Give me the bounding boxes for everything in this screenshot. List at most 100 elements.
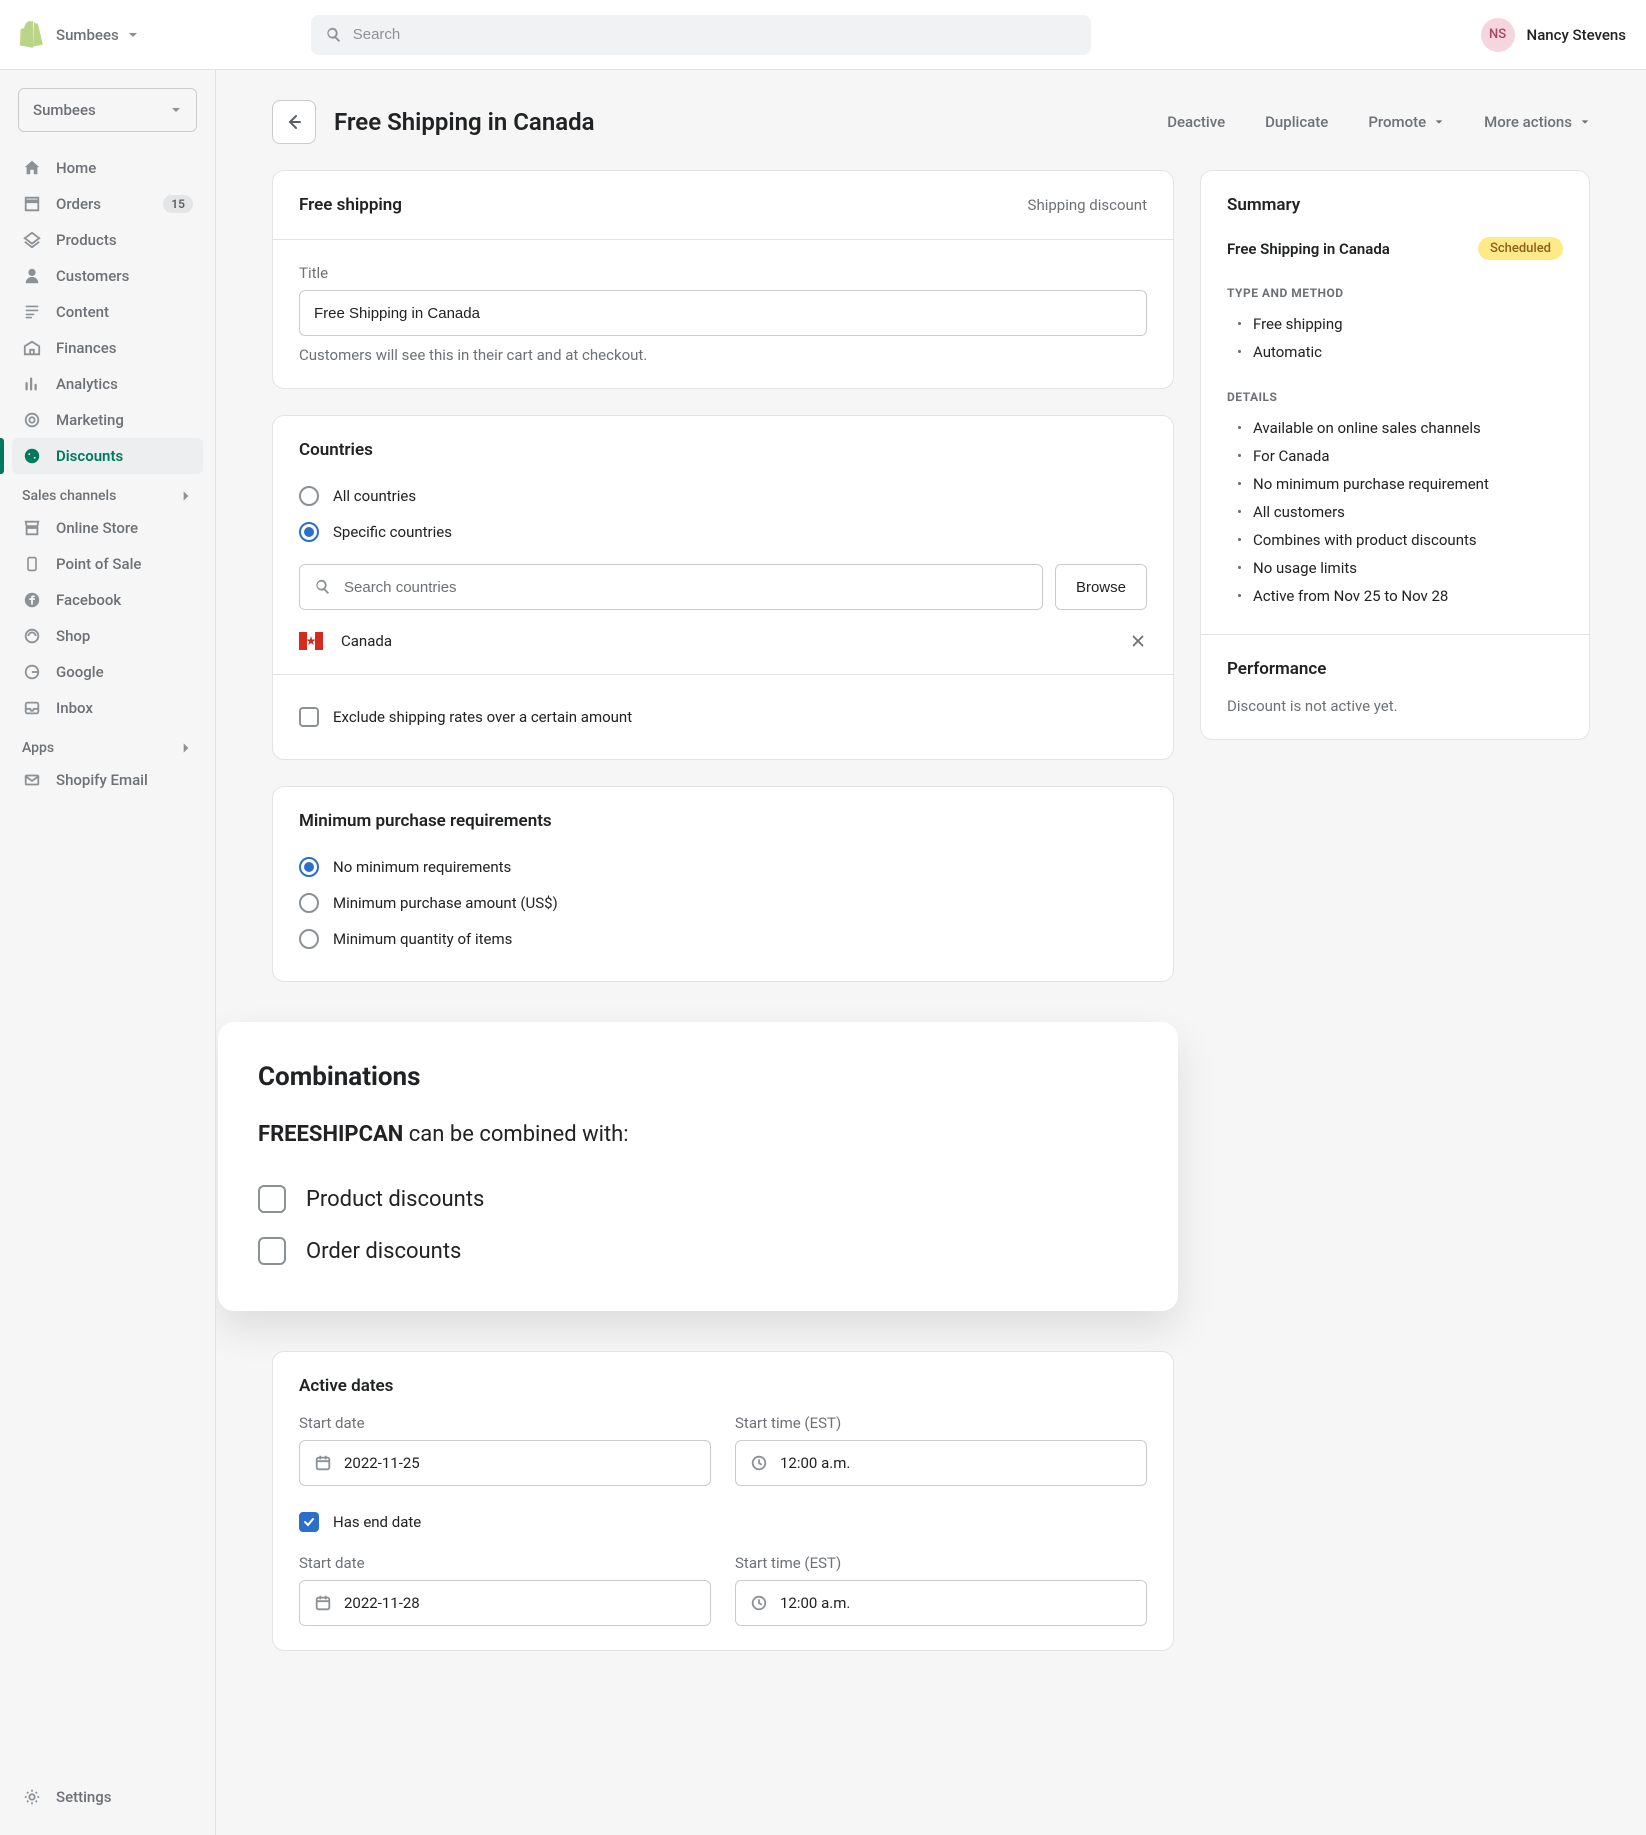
remove-country-button[interactable] [1129, 632, 1147, 650]
browse-button[interactable]: Browse [1055, 564, 1147, 610]
search-icon [325, 26, 343, 44]
min-purchase-card: Minimum purchase requirements No minimum… [272, 786, 1174, 982]
summary-heading-details: DETAILS [1227, 390, 1563, 404]
section-sales-channels[interactable]: Sales channels [12, 474, 203, 510]
sidebar-item-home[interactable]: Home [12, 150, 203, 186]
store-switcher[interactable]: Sumbees [20, 21, 139, 49]
radio-min-amount[interactable]: Minimum purchase amount (US$) [299, 885, 1147, 921]
sidebar-item-label: Home [56, 159, 96, 177]
back-button[interactable] [272, 100, 316, 144]
checkbox-icon [258, 1237, 286, 1265]
sidebar-item-customers[interactable]: Customers [12, 258, 203, 294]
sidebar-item-label: Shopify Email [56, 771, 148, 789]
list-item: Automatic [1227, 338, 1563, 366]
sidebar-item-inbox[interactable]: Inbox [12, 690, 203, 726]
radio-no-min[interactable]: No minimum requirements [299, 849, 1147, 885]
sidebar-item-online-store[interactable]: Online Store [12, 510, 203, 546]
user-name: Nancy Stevens [1527, 26, 1626, 44]
sidebar-item-shop[interactable]: Shop [12, 618, 203, 654]
sidebar-item-label: Point of Sale [56, 555, 141, 573]
sidebar-item-label: Finances [56, 339, 116, 357]
section-apps[interactable]: Apps [12, 726, 203, 762]
caret-down-icon [127, 29, 139, 41]
sidebar-item-marketing[interactable]: Marketing [12, 402, 203, 438]
sidebar-item-finances[interactable]: Finances [12, 330, 203, 366]
checkbox-icon [299, 707, 319, 727]
checkbox-icon [258, 1185, 286, 1213]
search-icon [314, 578, 332, 596]
sidebar-item-facebook[interactable]: Facebook [12, 582, 203, 618]
card-title: Countries [299, 440, 1147, 460]
has-end-date-checkbox[interactable]: Has end date [299, 1504, 1147, 1540]
sidebar-item-products[interactable]: Products [12, 222, 203, 258]
user-menu[interactable]: NS Nancy Stevens [1481, 18, 1626, 52]
start-date-input[interactable]: 2022-11-25 [299, 1440, 711, 1486]
start-time-input[interactable]: 12:00 a.m. [735, 1440, 1147, 1486]
start-time-label: Start time (EST) [735, 1414, 1147, 1432]
analytics-icon [22, 374, 42, 394]
calendar-icon [314, 1594, 332, 1612]
sidebar-item-settings[interactable]: Settings [12, 1779, 203, 1815]
radio-icon [299, 522, 319, 542]
sidebar-item-shopify-email[interactable]: Shopify Email [12, 762, 203, 798]
exclude-rates-checkbox[interactable]: Exclude shipping rates over a certain am… [299, 699, 1147, 735]
sidebar-item-analytics[interactable]: Analytics [12, 366, 203, 402]
radio-specific-countries[interactable]: Specific countries [299, 514, 1147, 550]
sidebar-item-google[interactable]: Google [12, 654, 203, 690]
caret-down-icon [170, 104, 182, 116]
end-time-input[interactable]: 12:00 a.m. [735, 1580, 1147, 1626]
sidebar-item-pos[interactable]: Point of Sale [12, 546, 203, 582]
search-input[interactable] [353, 26, 1077, 43]
google-icon [22, 662, 42, 682]
duplicate-button[interactable]: Duplicate [1265, 113, 1328, 131]
orders-badge: 15 [163, 195, 193, 213]
countries-card: Countries All countries Specific countri… [272, 415, 1174, 760]
radio-icon [299, 929, 319, 949]
country-row: Canada [299, 632, 1147, 650]
sidebar-item-discounts[interactable]: Discounts [12, 438, 203, 474]
radio-min-qty[interactable]: Minimum quantity of items [299, 921, 1147, 957]
deactive-button[interactable]: Deactive [1167, 113, 1225, 131]
discounts-icon [22, 446, 42, 466]
global-search[interactable] [311, 15, 1091, 55]
list-item: No usage limits [1227, 554, 1563, 582]
list-item: All customers [1227, 498, 1563, 526]
checkbox-product-discounts[interactable]: Product discounts [258, 1173, 1138, 1225]
checkbox-order-discounts[interactable]: Order discounts [258, 1225, 1138, 1277]
sidebar-item-content[interactable]: Content [12, 294, 203, 330]
card-title: Free shipping [299, 195, 402, 215]
radio-icon [299, 486, 319, 506]
title-input[interactable] [299, 290, 1147, 336]
checkbox-icon [299, 1512, 319, 1532]
search-countries-field[interactable] [299, 564, 1043, 610]
chevron-right-icon [179, 489, 193, 503]
active-dates-card: Active dates Start date 2022-11-25 Star [272, 1351, 1174, 1651]
promote-button[interactable]: Promote [1368, 113, 1444, 131]
list-item: Available on online sales channels [1227, 414, 1563, 442]
card-title: Minimum purchase requirements [299, 811, 1147, 831]
end-date-label: Start date [299, 1554, 711, 1572]
sidebar-item-orders[interactable]: Orders 15 [12, 186, 203, 222]
free-shipping-card: Free shipping Shipping discount Title Cu… [272, 170, 1174, 389]
clock-icon [750, 1594, 768, 1612]
summary-title: Summary [1227, 195, 1563, 215]
clock-icon [750, 1454, 768, 1472]
avatar: NS [1481, 18, 1515, 52]
radio-icon [299, 893, 319, 913]
search-countries-input[interactable] [344, 579, 1028, 596]
sidebar: Sumbees Home Orders 15 Products Customer… [0, 70, 216, 1835]
store-select[interactable]: Sumbees [18, 88, 197, 132]
customers-icon [22, 266, 42, 286]
header-actions: Deactive Duplicate Promote More actions [1167, 113, 1590, 131]
card-title: Combinations [258, 1062, 1138, 1092]
content-icon [22, 302, 42, 322]
radio-all-countries[interactable]: All countries [299, 478, 1147, 514]
pos-icon [22, 554, 42, 574]
combinations-section: Combinations FREESHIPCAN can be combined… [246, 1008, 1204, 1325]
end-date-input[interactable]: 2022-11-28 [299, 1580, 711, 1626]
caret-down-icon [1434, 117, 1444, 127]
summary-card: Summary Free Shipping in Canada Schedule… [1200, 170, 1590, 740]
sidebar-item-label: Products [56, 231, 117, 249]
list-item: Combines with product discounts [1227, 526, 1563, 554]
more-actions-button[interactable]: More actions [1484, 113, 1590, 131]
